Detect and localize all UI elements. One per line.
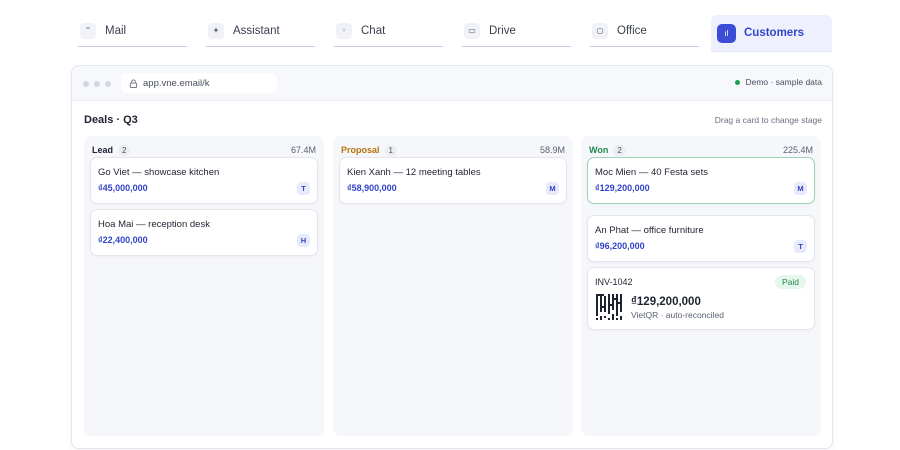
column-name: Lead — [92, 145, 114, 155]
invoice-card[interactable]: INV-1042 Paid ₫129,200,000 VietQR · auto — [587, 267, 815, 330]
column-count-badge: 2 — [613, 144, 626, 156]
tab-assistant[interactable]: ✦ Assistant — [206, 15, 315, 47]
deal-title: Go Viet — showcase kitchen — [98, 167, 220, 178]
board-hint: Drag a card to change stage — [714, 115, 822, 125]
status-dot-icon — [735, 79, 741, 85]
tab-mail[interactable]: ⌃ Mail — [78, 15, 187, 47]
deal-amount: ₫129,200,000 — [595, 183, 650, 193]
deal-title: Kien Xanh — 12 meeting tables — [347, 167, 481, 178]
column-header: Lead 2 67.4M — [92, 143, 316, 157]
tab-label: Customers — [744, 27, 805, 39]
invoice-id: INV-1042 — [595, 277, 633, 287]
tab-chat[interactable]: ◦ Chat — [334, 15, 443, 47]
invoice-amount: ₫129,200,000 — [631, 296, 701, 308]
column-won: Won 2 225.4M Moc Mien — 40 Festa sets ₫1… — [581, 136, 821, 436]
deal-amount: ₫45,000,000 — [98, 183, 148, 193]
browser-chrome: app.vne.email/k Demo · sample data — [72, 66, 832, 101]
column-name: Proposal — [341, 145, 380, 155]
chat-icon: ◦ — [336, 22, 352, 39]
deal-title: Hoa Mai — reception desk — [98, 219, 210, 230]
status-badge: Paid — [774, 275, 806, 289]
column-name: Won — [589, 145, 609, 155]
deal-amount: ₫58,900,000 — [347, 183, 397, 193]
chart-icon: ıl — [717, 23, 736, 43]
folder-icon: ▭ — [464, 22, 480, 39]
owner-avatar: T — [794, 240, 807, 253]
column-count-badge: 1 — [384, 144, 397, 156]
lock-icon — [129, 78, 138, 88]
app-window: app.vne.email/k Demo · sample data Deals… — [71, 65, 833, 449]
deal-card[interactable]: Kien Xanh — 12 meeting tables ₫58,900,00… — [339, 157, 567, 204]
tab-office[interactable]: ○ Office — [590, 15, 699, 47]
deal-card[interactable]: An Phat — office furniture ₫96,200,000 T — [587, 215, 815, 262]
deal-card[interactable]: Hoa Mai — reception desk ₫22,400,000 H — [90, 209, 318, 256]
owner-avatar: M — [546, 182, 559, 195]
deal-title: Moc Mien — 40 Festa sets — [595, 167, 708, 178]
address-bar[interactable]: app.vne.email/k — [121, 73, 277, 93]
tab-label: Office — [617, 24, 647, 37]
tab-label: Drive — [489, 24, 516, 37]
tab-label: Assistant — [233, 24, 280, 37]
window-dot-icon — [83, 81, 89, 87]
column-count-badge: 2 — [118, 144, 131, 156]
tab-customers[interactable]: ıl Customers — [711, 15, 832, 52]
column-header: Proposal 1 58.9M — [341, 143, 565, 157]
page-title: Deals · Q3 — [84, 114, 138, 126]
tab-drive[interactable]: ▭ Drive — [462, 15, 571, 47]
column-header: Won 2 225.4M — [589, 143, 813, 157]
mail-icon: ⌃ — [80, 22, 96, 39]
sparkle-icon: ✦ — [208, 22, 224, 39]
demo-label: Demo · sample data — [745, 77, 822, 87]
qr-code-icon — [596, 294, 622, 320]
tab-label: Chat — [361, 24, 386, 37]
owner-avatar: H — [297, 234, 310, 247]
tab-label: Mail — [105, 24, 127, 37]
column-proposal: Proposal 1 58.9M Kien Xanh — 12 meeting … — [333, 136, 573, 436]
column-lead: Lead 2 67.4M Go Viet — showcase kitchen … — [84, 136, 324, 436]
deal-card[interactable]: Go Viet — showcase kitchen ₫45,000,000 T — [90, 157, 318, 204]
deal-amount: ₫96,200,000 — [595, 241, 645, 251]
owner-avatar: T — [297, 182, 310, 195]
url-text: app.vne.email/k — [143, 77, 210, 89]
app-tab-bar: ⌃ Mail ✦ Assistant ◦ Chat ▭ Drive ○ Offi… — [78, 15, 832, 53]
owner-avatar: M — [794, 182, 807, 195]
column-total: 58.9M — [539, 145, 565, 155]
deal-card[interactable]: Moc Mien — 40 Festa sets ₫129,200,000 M — [587, 157, 815, 204]
window-dot-icon — [94, 81, 100, 87]
circle-icon: ○ — [592, 22, 608, 39]
column-total: 67.4M — [290, 145, 316, 155]
demo-indicator: Demo · sample data — [735, 77, 822, 87]
deal-amount: ₫22,400,000 — [98, 235, 148, 245]
invoice-note: VietQR · auto-reconciled — [631, 310, 724, 320]
deal-title: An Phat — office furniture — [595, 225, 704, 236]
window-dot-icon — [105, 81, 111, 87]
column-total: 225.4M — [782, 145, 813, 155]
